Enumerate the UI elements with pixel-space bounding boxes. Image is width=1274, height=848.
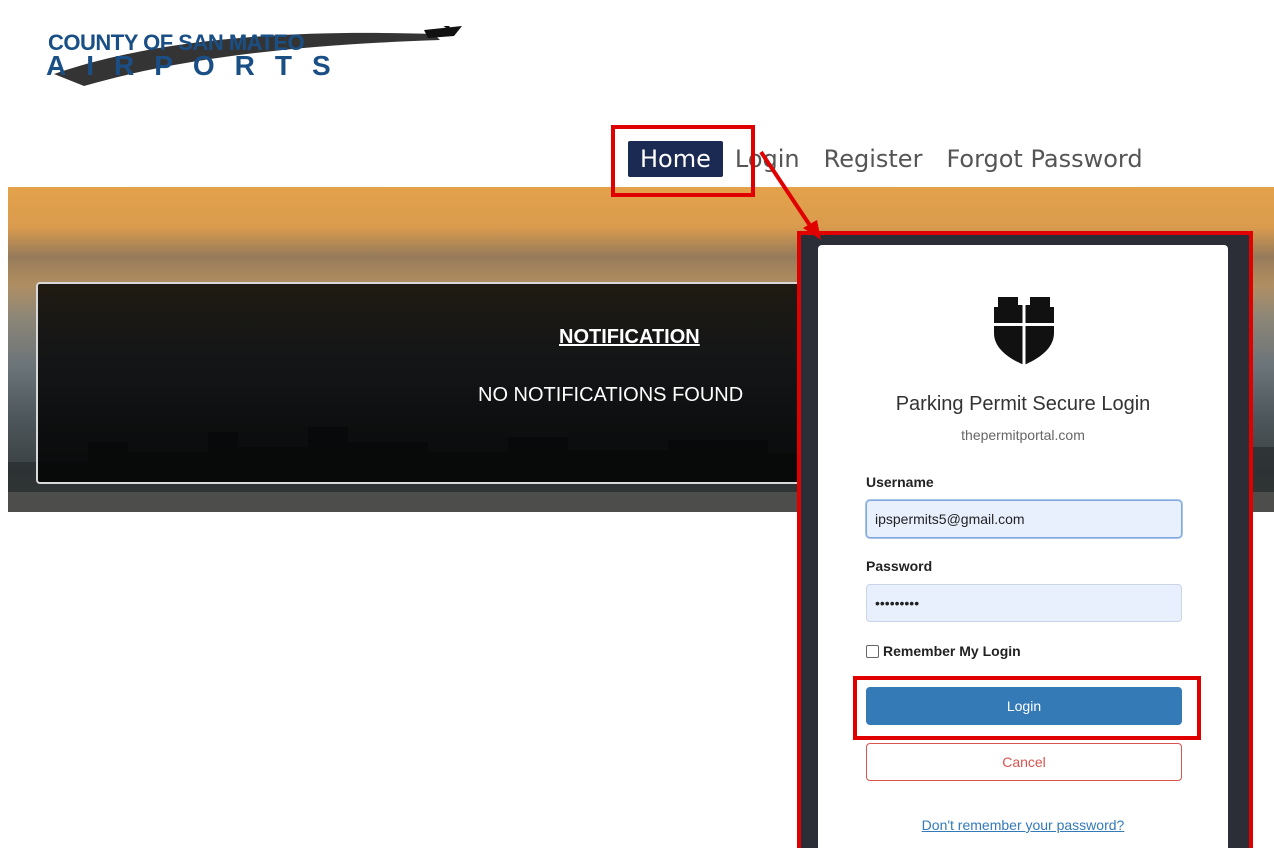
login-subtitle: thepermitportal.com — [961, 427, 1085, 443]
cancel-button[interactable]: Cancel — [866, 743, 1182, 781]
remember-login[interactable]: Remember My Login — [866, 643, 1021, 659]
nav-home[interactable]: Home — [628, 141, 723, 177]
username-input[interactable]: ipspermits5@gmail.com — [866, 500, 1182, 538]
shield-icon — [994, 297, 1054, 365]
username-label: Username — [866, 474, 934, 490]
login-title: Parking Permit Secure Login — [895, 393, 1151, 415]
notification-box: NOTIFICATION NO NOTIFICATIONS FOUND — [36, 282, 836, 484]
notification-title: NOTIFICATION — [559, 326, 700, 348]
nav-forgot-password[interactable]: Forgot Password — [934, 141, 1154, 177]
logo-text-airports: AIRPORTS — [46, 50, 351, 81]
password-input[interactable]: ••••••••• — [866, 584, 1182, 622]
top-nav: Home Login Register Forgot Password — [628, 137, 1155, 181]
login-card: Parking Permit Secure Login thepermitpor… — [818, 245, 1228, 848]
password-label: Password — [866, 558, 933, 574]
county-airports-logo: COUNTY OF SAN MATEO AIRPORTS — [30, 6, 462, 88]
remember-checkbox[interactable] — [866, 644, 879, 658]
forgot-password-link[interactable]: Don't remember your password? — [818, 817, 1228, 833]
nav-login[interactable]: Login — [723, 141, 812, 177]
nav-register[interactable]: Register — [812, 141, 935, 177]
remember-label: Remember My Login — [883, 643, 1021, 659]
notification-message: NO NOTIFICATIONS FOUND — [478, 384, 744, 406]
login-button[interactable]: Login — [866, 687, 1182, 725]
